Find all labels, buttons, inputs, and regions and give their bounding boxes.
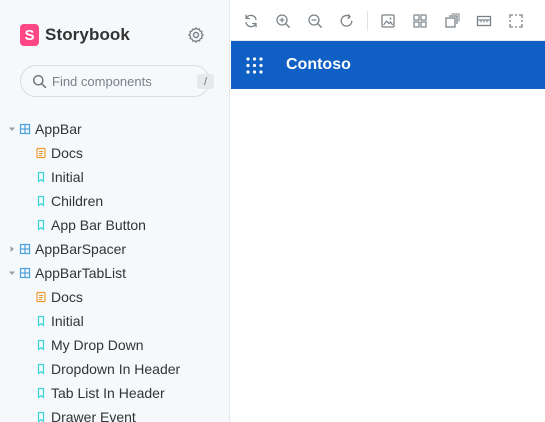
document-icon [36, 291, 46, 303]
tree-item-label: Children [51, 193, 104, 209]
background-icon[interactable] [380, 13, 396, 29]
tree-item-label: AppBar [35, 121, 82, 137]
zoom-in-icon[interactable] [275, 13, 291, 29]
tree-item-label: My Drop Down [51, 337, 144, 353]
search-box[interactable]: / [20, 65, 214, 97]
tree-story-item[interactable]: Dropdown In Header [0, 357, 229, 381]
tree-component[interactable]: AppBarTabList [0, 261, 229, 285]
component-icon [19, 243, 31, 255]
measure-icon[interactable] [508, 13, 524, 29]
tree-docs-item[interactable]: Docs [0, 141, 229, 165]
bookmark-icon [37, 387, 45, 399]
outline-icon[interactable] [444, 13, 460, 29]
search-input[interactable] [52, 73, 182, 90]
tree-item-label: Initial [51, 169, 84, 185]
gear-icon[interactable] [187, 26, 205, 44]
brand[interactable]: S Storybook [20, 24, 130, 46]
storybook-logo-icon: S [20, 24, 39, 46]
waffle-icon[interactable] [246, 57, 263, 74]
caret-right-icon[interactable] [8, 245, 16, 253]
story-tree: AppBar Docs Initial Children App Bar Button A… [0, 117, 229, 422]
story-preview-canvas: Contoso [231, 41, 545, 422]
storybook-window: S Storybook / AppBarDocsInitialChildrenA… [0, 0, 545, 422]
tree-item-label: AppBarTabList [35, 265, 127, 281]
component-icon [19, 123, 31, 135]
caret-down-icon[interactable] [8, 269, 16, 277]
preview-toolbar [231, 0, 545, 41]
toolbar-divider [367, 11, 368, 31]
tree-story-item[interactable]: Children [0, 189, 229, 213]
bookmark-icon [37, 315, 45, 327]
tree-item-label: AppBarSpacer [35, 241, 127, 257]
tree-story-item[interactable]: Initial [0, 309, 229, 333]
app-bar-title[interactable]: Contoso [286, 55, 351, 75]
tree-story-item[interactable]: Drawer Event [0, 405, 229, 422]
tree-component[interactable]: AppBar [0, 117, 229, 141]
reload-icon[interactable] [243, 13, 259, 29]
tree-item-label: Dropdown In Header [51, 361, 181, 377]
tree-story-item[interactable]: Initial [0, 165, 229, 189]
tree-item-label: App Bar Button [51, 217, 146, 233]
document-icon [36, 147, 46, 159]
tree-item-label: Docs [51, 145, 83, 161]
brand-name: Storybook [45, 25, 130, 44]
bookmark-icon [37, 339, 45, 351]
tree-item-label: Docs [51, 289, 83, 305]
bookmark-icon [37, 219, 45, 231]
search-icon [33, 75, 47, 89]
bookmark-icon [37, 363, 45, 375]
tree-item-label: Tab List In Header [51, 385, 165, 401]
zoom-out-icon[interactable] [307, 13, 323, 29]
tree-story-item[interactable]: Tab List In Header [0, 381, 229, 405]
tree-story-item[interactable]: My Drop Down [0, 333, 229, 357]
bookmark-icon [37, 171, 45, 183]
search-shortcut-badge: / [197, 74, 214, 89]
grid-icon[interactable] [412, 13, 428, 29]
app-bar: Contoso [231, 41, 545, 89]
bookmark-icon [37, 411, 45, 422]
viewport-icon[interactable] [476, 13, 492, 29]
caret-down-icon[interactable] [8, 125, 16, 133]
sidebar: S Storybook / AppBarDocsInitialChildrenA… [0, 0, 230, 422]
tree-docs-item[interactable]: Docs [0, 285, 229, 309]
tree-item-label: Drawer Event [51, 409, 136, 422]
reset-zoom-icon[interactable] [339, 13, 355, 29]
bookmark-icon [37, 195, 45, 207]
component-icon [19, 267, 31, 279]
tree-story-item[interactable]: App Bar Button [0, 213, 229, 237]
tree-component[interactable]: AppBarSpacer [0, 237, 229, 261]
tree-item-label: Initial [51, 313, 84, 329]
